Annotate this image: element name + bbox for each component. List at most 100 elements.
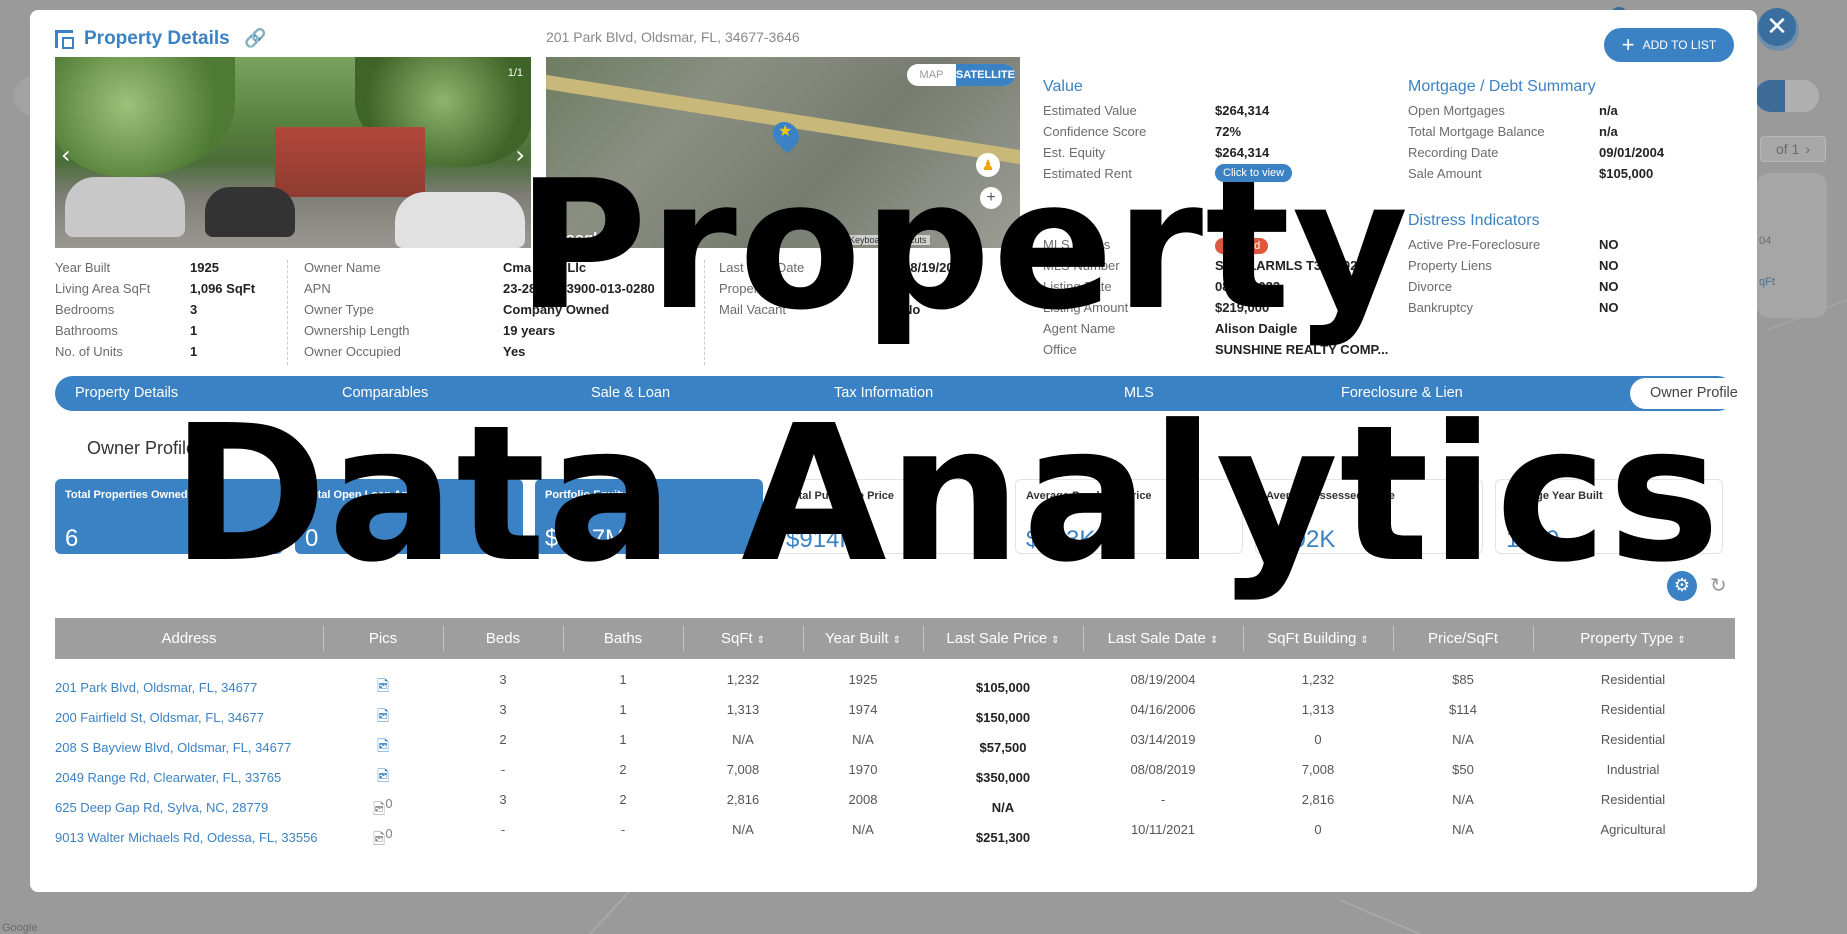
cell-last-sale-date: - bbox=[1160, 792, 1166, 807]
fact-label: Recording Date bbox=[1408, 145, 1499, 160]
sort-icon[interactable]: ⇕ bbox=[1051, 635, 1059, 646]
column-header-pics[interactable]: Pics bbox=[323, 618, 443, 659]
cell-baths: - bbox=[620, 822, 626, 837]
photo-car bbox=[65, 177, 185, 237]
column-header-address[interactable]: Address bbox=[55, 618, 323, 659]
gear-icon[interactable]: ⚙ bbox=[1667, 571, 1697, 601]
no-photo-icon[interactable]: 🖻0 bbox=[323, 826, 443, 854]
background-result-card[interactable]: 04 qFt bbox=[1757, 173, 1827, 318]
fact-row: Bankruptcy NO bbox=[1408, 300, 1738, 321]
table-row[interactable]: 200 Fairfield St, Oldsmar, FL, 34677 🖻 3… bbox=[55, 700, 1735, 730]
tab-tax-information[interactable]: Tax Information bbox=[834, 376, 933, 411]
fact-label: Bankruptcy bbox=[1408, 300, 1474, 315]
chevron-left-icon[interactable]: ‹ bbox=[61, 141, 71, 169]
table-row[interactable]: 2049 Range Rd, Clearwater, FL, 33765 🖻 -… bbox=[55, 760, 1735, 790]
add-to-list-label: ADD TO LIST bbox=[1642, 38, 1717, 52]
cell-beds: 3 bbox=[499, 702, 507, 717]
sort-icon[interactable]: ⇕ bbox=[1677, 635, 1685, 646]
tab-comparables[interactable]: Comparables bbox=[342, 376, 428, 411]
stat-label: Total Purchase Price bbox=[786, 490, 895, 502]
column-header-year-built[interactable]: Year Built ⇕ bbox=[803, 618, 923, 659]
table-row[interactable]: 208 S Bayview Blvd, Oldsmar, FL, 34677 🖻… bbox=[55, 730, 1735, 760]
pager[interactable]: of 1 › bbox=[1760, 136, 1826, 162]
tab-owner-profile[interactable]: Owner Profile bbox=[1630, 378, 1757, 409]
photo-icon[interactable]: 🖻 bbox=[323, 736, 443, 761]
chevron-right-icon[interactable]: › bbox=[515, 141, 525, 169]
sale-facts: Last Sale Date 08/19/2004 Property Mail V… bbox=[719, 260, 1039, 323]
address-link[interactable]: 201 Park Blvd, Oldsmar, FL, 34677 bbox=[55, 680, 257, 695]
column-header-baths[interactable]: Baths bbox=[563, 618, 683, 659]
cell-last-sale-date: 04/16/2006 bbox=[1130, 702, 1196, 717]
fact-label: Owner Name bbox=[304, 260, 381, 275]
close-icon[interactable]: ✕ bbox=[1758, 8, 1796, 46]
cell-sqft-building: 0 bbox=[1314, 732, 1322, 747]
fact-label: MLS Number bbox=[1043, 258, 1120, 273]
table-row[interactable]: 201 Park Blvd, Oldsmar, FL, 34677 🖻 3 1 … bbox=[55, 670, 1735, 700]
fact-value: $264,314 bbox=[1215, 145, 1270, 160]
tab-sale-loan[interactable]: Sale & Loan bbox=[591, 376, 670, 411]
fact-row: Recording Date 09/01/2004 bbox=[1408, 145, 1738, 166]
photo-icon[interactable]: 🖻 bbox=[323, 766, 443, 791]
cell-sqft: N/A bbox=[732, 732, 754, 747]
column-header-property-type[interactable]: Property Type ⇕ bbox=[1533, 618, 1733, 659]
click-to-view-button[interactable]: Click to view bbox=[1215, 164, 1293, 182]
fact-row: Estimated Rent Click to view bbox=[1043, 164, 1373, 187]
refresh-icon[interactable]: ↻ bbox=[1710, 573, 1727, 597]
column-header-price-per-sqft[interactable]: Price/SqFt bbox=[1393, 618, 1533, 659]
map-credit: Google bbox=[2, 922, 38, 934]
sort-icon[interactable]: ⇕ bbox=[893, 635, 901, 646]
grid-view-button[interactable] bbox=[1755, 80, 1785, 112]
table-row[interactable]: 625 Deep Gap Rd, Sylva, NC, 28779 🖻0 3 2… bbox=[55, 790, 1735, 820]
view-toggle[interactable] bbox=[1755, 80, 1819, 112]
fact-value: SUNSHINE REALTY COMP... bbox=[1215, 342, 1389, 357]
map-toggle-satellite[interactable]: SATELLITE bbox=[955, 64, 1015, 86]
map-toggle-map[interactable]: MAP bbox=[907, 64, 956, 86]
address-link[interactable]: 208 S Bayview Blvd, Oldsmar, FL, 34677 bbox=[55, 740, 291, 755]
column-header-last-sale-price[interactable]: Last Sale Price ⇕ bbox=[923, 618, 1083, 659]
fact-value: n/a bbox=[1599, 124, 1618, 139]
column-header-beds[interactable]: Beds bbox=[443, 618, 563, 659]
fact-label: Agent Name bbox=[1043, 321, 1116, 336]
photo-building bbox=[275, 127, 425, 197]
cell-property-type: Residential bbox=[1600, 672, 1666, 687]
address-link[interactable]: 200 Fairfield St, Oldsmar, FL, 34677 bbox=[55, 710, 264, 725]
map-type-toggle[interactable]: MAP SATELLITE bbox=[907, 64, 1015, 86]
add-to-list-button[interactable]: + ADD TO LIST bbox=[1604, 28, 1734, 62]
sort-icon[interactable]: ⇕ bbox=[1360, 635, 1368, 646]
address-link[interactable]: 2049 Range Rd, Clearwater, FL, 33765 bbox=[55, 770, 281, 785]
stat-card-total-properties: Total Properties Owned 6 bbox=[55, 479, 283, 554]
sort-icon[interactable]: ⇕ bbox=[757, 635, 765, 646]
mortgage-facts: Open Mortgages n/a Total Mortgage Balance… bbox=[1408, 103, 1738, 187]
cell-sqft: 2,816 bbox=[726, 792, 760, 807]
zoom-in-icon[interactable]: + bbox=[980, 187, 1002, 209]
photo-car bbox=[205, 187, 295, 237]
address-link[interactable]: 9013 Walter Michaels Rd, Odessa, FL, 335… bbox=[55, 830, 318, 845]
tab-mls[interactable]: MLS bbox=[1124, 376, 1154, 411]
street-view-icon[interactable]: ♟ bbox=[976, 153, 1000, 177]
property-photo[interactable]: 1/1 ‹ › bbox=[55, 57, 531, 248]
fact-value: 1 bbox=[190, 344, 198, 359]
address-link[interactable]: 625 Deep Gap Rd, Sylva, NC, 28779 bbox=[55, 800, 268, 815]
mls-title: MLS bbox=[1043, 212, 1076, 229]
photo-icon[interactable]: 🖻 bbox=[323, 706, 443, 731]
stat-value: 6 bbox=[65, 525, 79, 552]
map-footer[interactable]: Keyboard shortcuts bbox=[846, 235, 930, 245]
satellite-map[interactable]: MAP SATELLITE ★ ♟ + Google Keyboard shor… bbox=[546, 57, 1020, 248]
chevron-right-icon[interactable]: › bbox=[1805, 141, 1810, 157]
column-header-sqft[interactable]: SqFt ⇕ bbox=[683, 618, 803, 659]
link-icon[interactable]: 🔗 bbox=[244, 28, 266, 49]
value-title: Value bbox=[1043, 78, 1083, 95]
sort-icon[interactable]: ⇕ bbox=[1210, 635, 1218, 646]
tab-property-details[interactable]: Property Details bbox=[75, 376, 178, 411]
mortgage-title: Mortgage / Debt Summary bbox=[1408, 78, 1596, 95]
column-header-label: Property Type bbox=[1580, 630, 1674, 647]
photo-icon[interactable]: 🖻 bbox=[323, 676, 443, 701]
fact-row: Bathrooms 1 bbox=[55, 323, 265, 344]
fact-label: Bedrooms bbox=[55, 302, 115, 317]
tab-foreclosure-lien[interactable]: Foreclosure & Lien bbox=[1341, 376, 1463, 411]
column-header-sqft-building[interactable]: SqFt Building ⇕ bbox=[1243, 618, 1393, 659]
table-row[interactable]: 9013 Walter Michaels Rd, Odessa, FL, 335… bbox=[55, 820, 1735, 850]
stat-value: 0 bbox=[305, 525, 319, 552]
cell-price-per-sqft: $114 bbox=[1449, 702, 1477, 717]
column-header-last-sale-date[interactable]: Last Sale Date ⇕ bbox=[1083, 618, 1243, 659]
